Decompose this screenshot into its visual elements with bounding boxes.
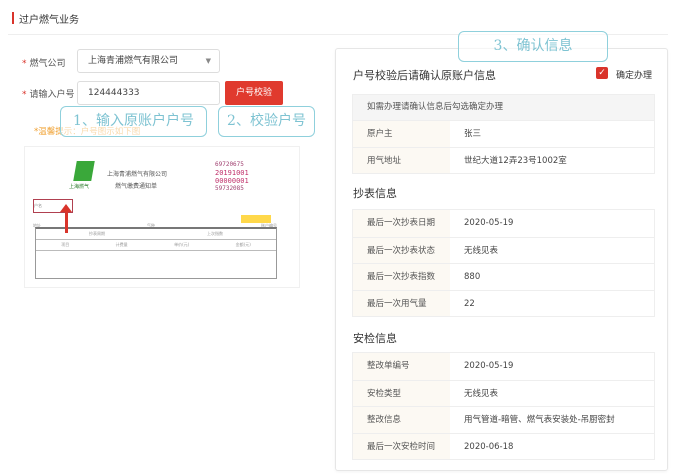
bill-title: 燃气缴费通知单	[115, 183, 158, 190]
row-label: 最后一次抄表指数	[353, 264, 450, 290]
account-number-highlight	[241, 215, 271, 223]
page-title: 过户燃气业务	[19, 15, 79, 26]
bill-numbers: 69720675 20191001 00000001 59732085	[215, 161, 249, 192]
row-label: 最后一次抄表日期	[353, 210, 450, 237]
table-row: 最后一次抄表日期 2020-05-19	[353, 210, 654, 237]
arrow-up-icon	[65, 211, 68, 233]
account-input[interactable]: 124444333	[77, 81, 220, 105]
row-label: 安检类型	[353, 380, 450, 406]
table-row: 最后一次抄表指数 880	[353, 263, 654, 290]
row-value: 世纪大道12弄23号1002室	[464, 155, 567, 166]
row-value: 2020-05-19	[464, 218, 514, 228]
safety-section-title: 安检信息	[353, 332, 397, 345]
row-value: 2020-05-19	[464, 361, 514, 371]
table-row: 安检类型 无线见表	[353, 379, 654, 406]
table-row: 最后一次安检时间 2020-06-18	[353, 432, 654, 459]
confirm-note: 如需办理请确认信息后勾选确定办理	[353, 95, 654, 120]
verify-account-button[interactable]: 户号校验	[225, 81, 283, 105]
row-value: 22	[464, 298, 475, 309]
annotation-step1: 1、输入原账户户号	[60, 106, 207, 137]
row-value: 2020-06-18	[464, 441, 514, 452]
row-label: 最后一次安检时间	[353, 433, 450, 459]
row-value: 无线见表	[464, 245, 499, 256]
annotation-step2: 2、校验户号	[218, 106, 315, 137]
logo-text: 上海燃气	[69, 184, 90, 190]
row-value: 无线见表	[464, 388, 499, 399]
row-label: 用气地址	[353, 147, 450, 173]
company-select[interactable]: 上海青浦燃气有限公司 ▼	[77, 49, 220, 73]
row-label: 原户主	[353, 121, 450, 147]
account-label: * 请输入户号	[22, 90, 75, 100]
annotation-step3: 3、确认信息	[458, 31, 608, 62]
check-icon: ✓	[598, 68, 606, 78]
table-row: 用气地址 世纪大道12弄23号1002室	[353, 146, 654, 173]
table-row: 原户主 张三	[353, 120, 654, 147]
meter-table: 最后一次抄表日期 2020-05-19 最后一次抄表状态 无线见表 最后一次抄表指数…	[352, 209, 655, 317]
bill-company: 上海青浦燃气有限公司	[107, 171, 168, 178]
confirm-title: 户号校验后请确认原账户信息	[353, 69, 496, 82]
company-label: * 燃气公司	[22, 59, 66, 69]
table-row: 整改信息 用气管道-暗管、燃气表安装处-吊厨密封	[353, 406, 654, 433]
chevron-down-icon: ▼	[205, 57, 211, 65]
row-label: 整改信息	[353, 407, 450, 433]
bill-sample-image: 上海燃气 上海青浦燃气有限公司 燃气缴费通知单 69720675 2019100…	[24, 146, 300, 288]
row-label: 整改单编号	[353, 353, 450, 380]
table-row: 整改单编号 2020-05-19	[353, 353, 654, 380]
bill-table: 抄表周期 上次指数 项目 计费量 单价(元) 金额(元)	[35, 227, 277, 279]
owner-table: 如需办理请确认信息后勾选确定办理 原户主 张三 用气地址 世纪大道12弄23号100…	[352, 94, 655, 174]
meter-section-title: 抄表信息	[353, 187, 397, 200]
row-value: 880	[464, 272, 481, 282]
row-value: 张三	[464, 129, 482, 139]
table-row: 最后一次抄表状态 无线见表	[353, 236, 654, 263]
row-label: 最后一次抄表状态	[353, 237, 450, 263]
arrow-head	[60, 204, 72, 212]
confirm-checkbox[interactable]: ✓	[596, 67, 608, 79]
gas-logo-icon	[73, 161, 95, 181]
table-row: 最后一次用气量 22	[353, 289, 654, 316]
header-accent	[12, 12, 14, 24]
row-value: 用气管道-暗管、燃气表安装处-吊厨密封	[464, 415, 615, 425]
safety-table: 整改单编号 2020-05-19 安检类型 无线见表 整改信息 用气管道-暗管、燃气表…	[352, 352, 655, 460]
row-label: 最后一次用气量	[353, 290, 450, 316]
confirm-checkbox-label[interactable]: 确定办理	[616, 68, 652, 81]
